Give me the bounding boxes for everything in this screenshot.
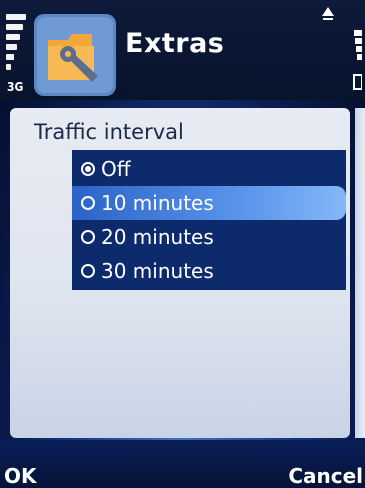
dialog-title: Traffic interval (34, 120, 184, 144)
option-30-minutes[interactable]: 30 minutes (72, 254, 346, 288)
option-20-minutes[interactable]: 20 minutes (72, 220, 346, 254)
dialog-scroll-edge (355, 108, 365, 438)
radio-unchecked-icon (81, 264, 95, 278)
radio-unchecked-icon (81, 230, 95, 244)
option-label: Off (101, 157, 131, 181)
folder-wrench-icon (34, 14, 116, 96)
signal-strength-icon (6, 14, 30, 84)
network-type-label: 3G (7, 80, 24, 94)
tray-notification-icon (322, 7, 334, 20)
ok-softkey[interactable]: OK (4, 464, 37, 488)
softkey-bar: OK Cancel (0, 440, 365, 488)
radio-checked-icon (81, 162, 95, 176)
option-10-minutes[interactable]: 10 minutes (72, 186, 346, 220)
option-off[interactable]: Off (72, 152, 346, 186)
radio-options-list: Off 10 minutes 20 minutes 30 minutes (72, 150, 346, 290)
radio-unchecked-icon (81, 196, 95, 210)
phone-screen: 3G Extras Traffic interval Off 10 minute… (0, 0, 365, 488)
app-title: Extras (125, 28, 225, 59)
option-label: 20 minutes (101, 225, 214, 249)
option-label: 10 minutes (101, 191, 214, 215)
battery-icon (353, 30, 362, 90)
title-bar: 3G Extras (0, 0, 365, 100)
option-label: 30 minutes (101, 259, 214, 283)
cancel-softkey[interactable]: Cancel (288, 464, 363, 488)
